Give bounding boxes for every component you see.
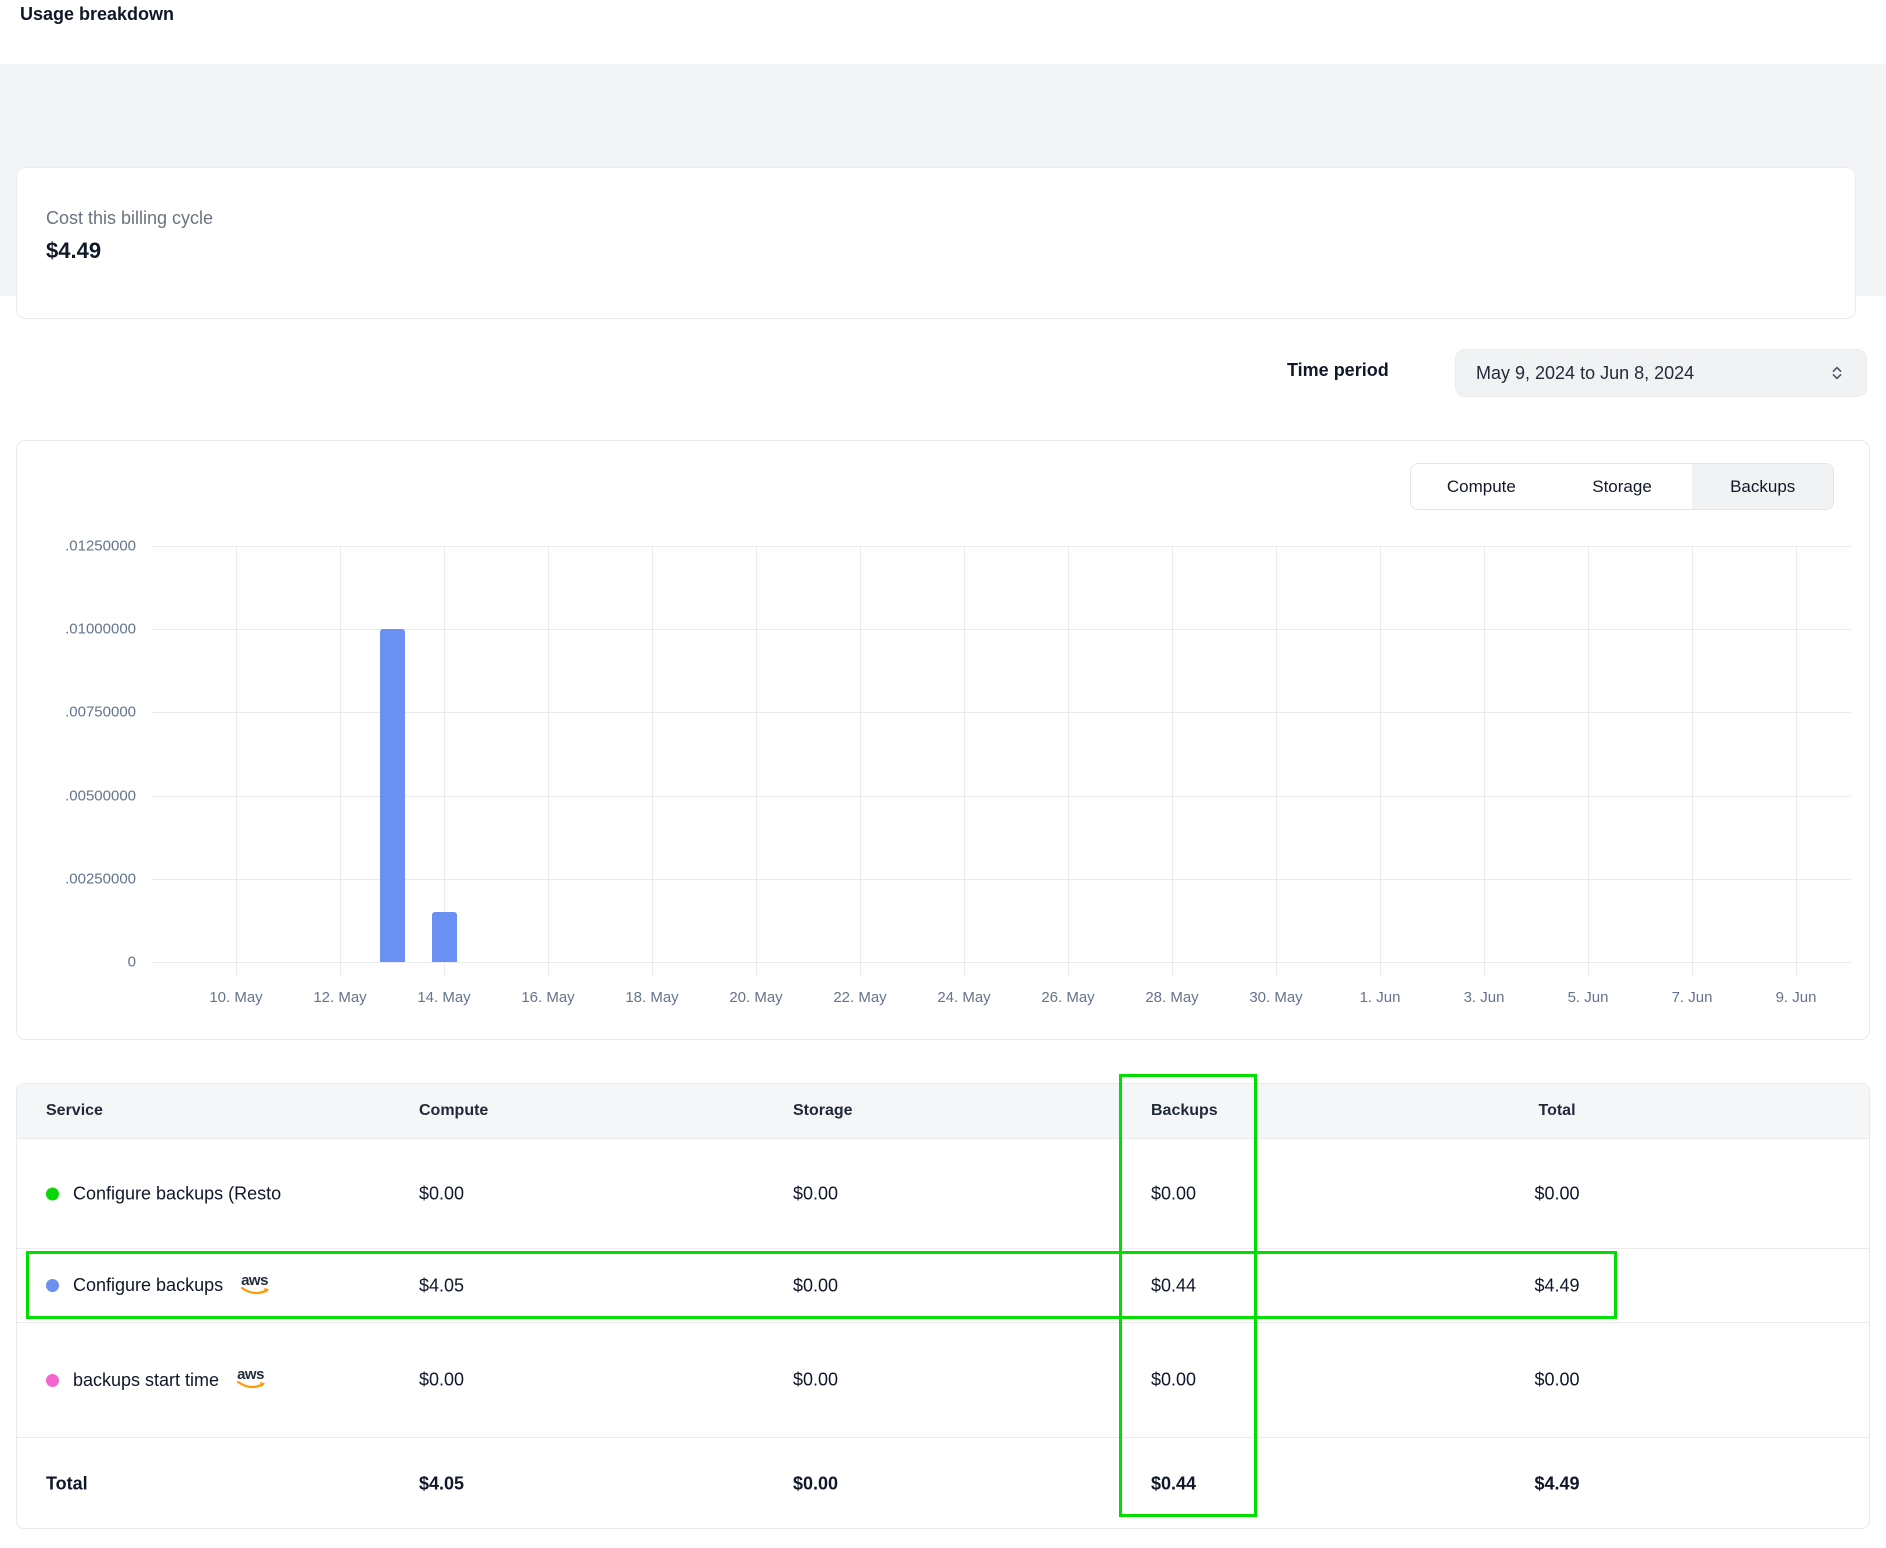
y-axis-tick-label: 0 (26, 954, 136, 971)
usage-chart-card: Compute Storage Backups .01250000.010000… (16, 440, 1870, 1040)
compute-cost: $0.00 (419, 1183, 464, 1204)
gridline-vertical (1172, 546, 1173, 976)
column-header-service: Service (46, 1102, 103, 1120)
summary-section: Cost this billing cycle $4.49 (0, 64, 1886, 296)
storage-cost: $0.00 (793, 1370, 838, 1391)
service-name: backups start time (73, 1370, 219, 1391)
gridline-vertical (1276, 546, 1277, 976)
gridline-horizontal (151, 879, 1851, 880)
total-total: $4.49 (1457, 1473, 1657, 1494)
x-axis-tick-label: 14. May (392, 989, 496, 1006)
service-name: Configure backups (Resto (73, 1183, 281, 1204)
storage-cost: $0.00 (793, 1183, 838, 1204)
chart-bar (380, 629, 405, 962)
table-row: Configure backups aws $4.05 $0.00 $0.44 … (17, 1249, 1869, 1323)
table-row: Configure backups (Resto $0.00 $0.00 $0.… (17, 1139, 1869, 1249)
gridline-horizontal (151, 712, 1851, 713)
x-axis-tick-label: 10. May (184, 989, 288, 1006)
total-row-label: Total (46, 1473, 88, 1494)
column-header-storage: Storage (793, 1102, 853, 1120)
column-header-compute: Compute (419, 1102, 488, 1120)
table-row: backups start time aws $0.00 $0.00 $0.00… (17, 1323, 1869, 1438)
usage-breakdown-page: Usage breakdown Cost this billing cycle … (0, 0, 1886, 1548)
x-axis-tick-label: 12. May (288, 989, 392, 1006)
gridline-vertical (860, 546, 861, 976)
column-header-backups: Backups (1151, 1102, 1218, 1120)
aws-logo: aws (237, 1368, 271, 1392)
total-storage: $0.00 (793, 1473, 838, 1494)
series-dot-pink (46, 1374, 59, 1387)
billing-cycle-cost-card: Cost this billing cycle $4.49 (16, 167, 1856, 319)
gridline-vertical (964, 546, 965, 976)
aws-swoosh-icon (237, 1380, 269, 1392)
service-name: Configure backups (73, 1275, 223, 1296)
table-header-row: Service Compute Storage Backups Total (17, 1084, 1869, 1139)
x-axis-tick-label: 18. May (600, 989, 704, 1006)
y-axis-tick-label: .00750000 (26, 704, 136, 721)
compute-cost: $4.05 (419, 1275, 464, 1296)
page-title: Usage breakdown (20, 4, 174, 25)
gridline-vertical (1588, 546, 1589, 976)
x-axis-tick-label: 20. May (704, 989, 808, 1006)
bar-chart-plot: .01250000 .01000000 .00750000 .00500000 .002… (17, 441, 1871, 1041)
series-dot-green (46, 1187, 59, 1200)
x-axis-tick-label: 22. May (808, 989, 912, 1006)
gridline-vertical (652, 546, 653, 976)
x-axis-tick-label: 16. May (496, 989, 600, 1006)
total-cost: $0.00 (1457, 1370, 1657, 1391)
gridline-vertical (1068, 546, 1069, 976)
y-axis-tick-label: .01000000 (26, 621, 136, 638)
gridline-vertical (1484, 546, 1485, 976)
backups-cost: $0.44 (1151, 1275, 1196, 1296)
x-axis-tick-label: 30. May (1224, 989, 1328, 1006)
gridline-vertical (1692, 546, 1693, 976)
x-axis-tick-label: 24. May (912, 989, 1016, 1006)
aws-logo: aws (241, 1274, 275, 1298)
backups-cost: $0.00 (1151, 1370, 1196, 1391)
total-compute: $4.05 (419, 1473, 464, 1494)
gridline-horizontal (151, 629, 1851, 630)
x-axis-tick-label: 28. May (1120, 989, 1224, 1006)
backups-cost: $0.00 (1151, 1183, 1196, 1204)
y-axis-tick-label: .01250000 (26, 538, 136, 555)
gridline-vertical (340, 546, 341, 976)
compute-cost: $0.00 (419, 1370, 464, 1391)
x-axis-tick-label: 3. Jun (1432, 989, 1536, 1006)
x-axis-tick-label: 1. Jun (1328, 989, 1432, 1006)
total-cost: $4.49 (1457, 1275, 1657, 1296)
y-axis-tick-label: .00250000 (26, 870, 136, 887)
column-header-total: Total (1457, 1102, 1657, 1120)
gridline-vertical (548, 546, 549, 976)
gridline-horizontal (151, 796, 1851, 797)
y-axis-tick-label: .00500000 (26, 787, 136, 804)
billing-cycle-cost-value: $4.49 (46, 238, 101, 264)
billing-cycle-cost-label: Cost this billing cycle (46, 208, 213, 229)
gridline-horizontal (151, 962, 1851, 963)
total-backups: $0.44 (1151, 1473, 1196, 1494)
gridline-vertical (756, 546, 757, 976)
series-dot-blue (46, 1279, 59, 1292)
aws-swoosh-icon (241, 1286, 273, 1298)
storage-cost: $0.00 (793, 1275, 838, 1296)
gridline-vertical (236, 546, 237, 976)
gridline-horizontal (151, 546, 1851, 547)
x-axis-tick-label: 9. Jun (1744, 989, 1848, 1006)
gridline-vertical (1796, 546, 1797, 976)
total-cost: $0.00 (1457, 1183, 1657, 1204)
gridline-vertical (1380, 546, 1381, 976)
x-axis-tick-label: 5. Jun (1536, 989, 1640, 1006)
time-period-label: Time period (1287, 360, 1389, 381)
usage-table: Service Compute Storage Backups Total Co… (16, 1083, 1870, 1529)
x-axis-tick-label: 7. Jun (1640, 989, 1744, 1006)
chevron-up-down-icon (1828, 363, 1846, 383)
table-total-row: Total $4.05 $0.00 $0.44 $4.49 (17, 1438, 1869, 1529)
x-axis-tick-label: 26. May (1016, 989, 1120, 1006)
time-period-select[interactable]: May 9, 2024 to Jun 8, 2024 (1455, 349, 1867, 397)
chart-bar (432, 912, 457, 962)
time-period-value: May 9, 2024 to Jun 8, 2024 (1476, 363, 1828, 384)
